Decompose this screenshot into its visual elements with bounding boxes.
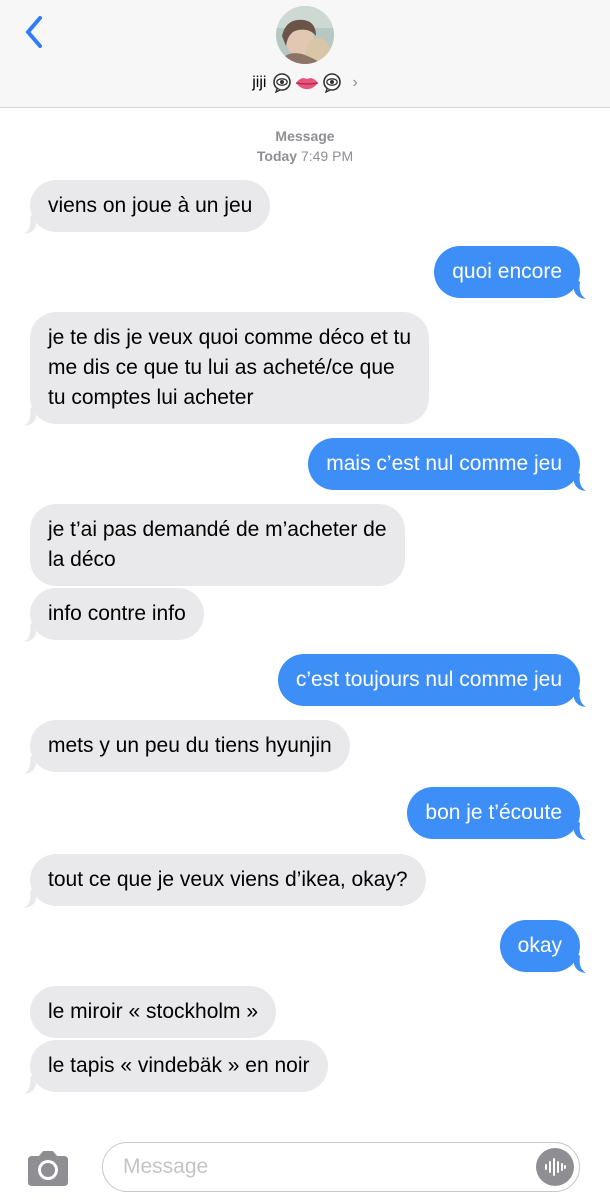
bubble-tail <box>24 887 36 908</box>
lips-icon <box>296 78 319 90</box>
message-text: mets y un peu du tiens hyunjin <box>48 734 332 757</box>
message-text: quoi encore <box>452 260 562 283</box>
message-text: c’est toujours nul comme jeu <box>295 668 562 691</box>
incoming-message[interactable]: viens on joue à un jeu <box>30 180 271 232</box>
audio-message-button[interactable] <box>536 1148 574 1186</box>
incoming-message[interactable]: je te dis je veux quoi comme déco et tu … <box>30 312 430 424</box>
bubble-tail <box>24 405 36 426</box>
chevron-right-icon: › <box>352 74 358 91</box>
incoming-message[interactable]: info contre info <box>30 588 204 640</box>
message-input[interactable] <box>102 1142 580 1192</box>
outgoing-message[interactable]: quoi encore <box>434 246 580 298</box>
time-label: 7:49 PM <box>300 148 354 164</box>
message-text: mais c’est nul comme jeu <box>326 452 562 475</box>
outgoing-message[interactable]: mais c’est nul comme jeu <box>308 438 580 490</box>
bubble-tail <box>574 278 586 299</box>
message-text: la déco <box>48 548 116 571</box>
bubble-tail <box>24 1073 36 1094</box>
contact-avatar[interactable] <box>276 6 334 64</box>
message-text: viens on joue à un jeu <box>48 194 253 217</box>
contact-name-row[interactable]: jiji › <box>0 70 610 96</box>
bubble-tail <box>574 952 586 973</box>
bubble-tail <box>24 621 36 642</box>
bubble-tail <box>574 686 586 707</box>
bubble-tail <box>574 470 586 491</box>
outgoing-message[interactable]: bon je t’écoute <box>407 787 580 839</box>
thread-timestamp: Message Today 7:49 PM <box>0 126 610 166</box>
day-label: Today <box>256 148 298 164</box>
message-text: je t’ai pas demandé de m’acheter de <box>48 518 387 541</box>
bubble-tail <box>24 753 36 774</box>
contact-name: jiji <box>252 74 267 91</box>
incoming-message[interactable]: le tapis « vindebäk » en noir <box>30 1040 328 1092</box>
service-label: Message <box>275 128 335 144</box>
eye-in-speech-bubble-icon <box>323 73 342 93</box>
incoming-message[interactable]: tout ce que je veux viens d’ikea, okay? <box>30 854 426 906</box>
message-text: le tapis « vindebäk » en noir <box>48 1054 310 1077</box>
avatar-photo <box>276 6 334 64</box>
bubble-tail <box>24 213 36 234</box>
conversation-header: jiji › <box>0 0 610 108</box>
incoming-message[interactable]: je t’ai pas demandé de m’acheter de la d… <box>30 504 405 586</box>
message-text: okay <box>517 934 562 957</box>
camera-button[interactable] <box>24 1148 72 1188</box>
eye-in-speech-bubble-icon <box>273 73 292 93</box>
message-text: tu comptes lui acheter <box>48 386 254 409</box>
message-text: info contre info <box>48 602 186 625</box>
message-text: je te dis je veux quoi comme déco et tu <box>48 326 412 349</box>
incoming-message[interactable]: mets y un peu du tiens hyunjin <box>30 720 350 772</box>
back-button[interactable] <box>18 12 54 52</box>
incoming-message[interactable]: le miroir « stockholm » <box>30 986 277 1038</box>
contact-emoji-group <box>272 73 342 93</box>
audio-waveform-icon <box>545 1158 566 1176</box>
message-text: le miroir « stockholm » <box>48 1000 259 1023</box>
message-text: me dis ce que tu lui as acheté/ce que <box>48 356 395 379</box>
bubble-tail <box>574 819 586 840</box>
chevron-left-icon <box>26 16 42 48</box>
camera-icon <box>28 1151 68 1186</box>
message-text: tout ce que je veux viens d’ikea, okay? <box>48 868 408 891</box>
message-text: bon je t’écoute <box>425 801 562 824</box>
outgoing-message[interactable]: c’est toujours nul comme jeu <box>277 654 580 706</box>
